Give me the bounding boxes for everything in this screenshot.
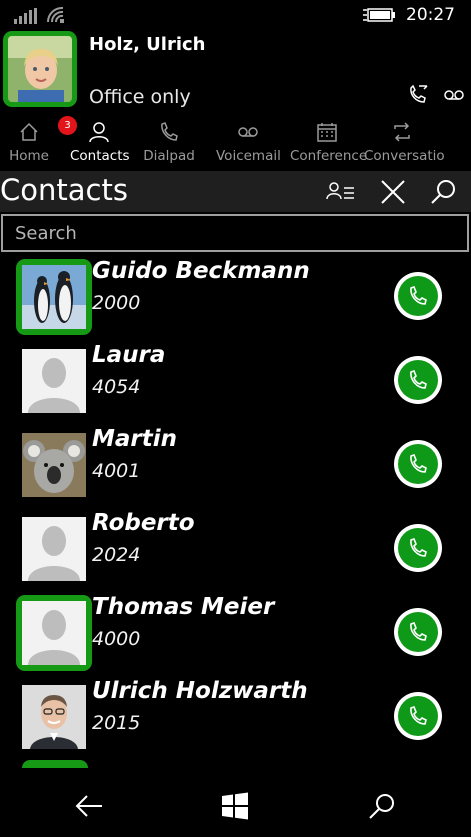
contact-row[interactable]: Laura 4054	[0, 340, 471, 424]
clock: 20:27	[406, 5, 455, 25]
contact-name: Laura	[92, 342, 166, 368]
windows-start-icon[interactable]	[219, 790, 251, 822]
penguins-photo	[22, 265, 86, 329]
voicemail-icon[interactable]	[443, 84, 465, 106]
page-title: Contacts	[0, 173, 128, 207]
battery-charging-icon	[363, 8, 395, 22]
next-contact-avatar-partial	[22, 760, 88, 768]
user-presence-status[interactable]: Office only	[89, 86, 191, 108]
contact-number: 2015	[92, 712, 141, 734]
contact-name: Martin	[92, 426, 178, 452]
phone-icon	[410, 286, 427, 305]
tab-label: Conversatio	[364, 148, 445, 164]
user-name: Holz, Ulrich	[89, 34, 206, 55]
default-person-icon	[22, 349, 86, 413]
contact-row[interactable]: Ulrich Holzwarth 2015	[0, 676, 471, 760]
user-avatar[interactable]	[3, 31, 77, 107]
contact-avatar	[16, 343, 92, 419]
search-icon[interactable]	[428, 177, 458, 207]
contact-avatar	[16, 511, 92, 587]
search-box[interactable]	[1, 214, 469, 252]
man-portrait-photo	[22, 685, 86, 749]
contact-name: Guido Beckmann	[92, 258, 310, 284]
contact-list-filter-icon[interactable]	[326, 177, 356, 207]
status-bar: 20:27	[0, 0, 471, 32]
system-navigation-bar	[0, 770, 471, 837]
tab-label: Home	[9, 148, 49, 164]
call-button[interactable]	[394, 272, 442, 320]
contact-row[interactable]: Roberto 2024	[0, 508, 471, 592]
tab-bar: Home 3 Contacts Dialpad Voicemail Confer…	[0, 116, 471, 170]
phone-icon	[161, 122, 178, 141]
call-button[interactable]	[394, 524, 442, 572]
tab-conference[interactable]: Conference	[290, 118, 368, 170]
tab-label: Contacts	[70, 148, 130, 164]
contact-row[interactable]: Thomas Meier 4000	[0, 592, 471, 676]
call-button[interactable]	[394, 356, 442, 404]
contact-number: 4000	[92, 628, 141, 650]
signal-strength-icon	[14, 8, 37, 24]
tab-contacts[interactable]: Contacts	[70, 118, 130, 170]
home-icon	[20, 122, 38, 141]
call-forward-icon[interactable]	[407, 84, 429, 106]
koala-photo	[22, 433, 86, 497]
contact-name: Thomas Meier	[92, 594, 275, 620]
contact-list[interactable]: Guido Beckmann 2000 Laura 4054 Martin 40…	[0, 256, 471, 766]
contact-name: Ulrich Holzwarth	[92, 678, 308, 704]
contact-number: 4054	[92, 376, 141, 398]
default-person-icon	[22, 601, 86, 665]
contact-avatar	[16, 427, 92, 503]
phone-icon	[410, 370, 427, 389]
contact-number: 4001	[92, 460, 141, 482]
phone-icon	[410, 454, 427, 473]
close-icon[interactable]	[378, 177, 408, 207]
tab-label: Dialpad	[143, 148, 195, 164]
phone-icon	[410, 538, 427, 557]
contact-number: 2000	[92, 292, 141, 314]
contact-row[interactable]: Guido Beckmann 2000	[0, 256, 471, 340]
contact-avatar	[16, 259, 92, 335]
tab-conversations[interactable]: Conversatio	[364, 118, 445, 170]
tab-label: Voicemail	[216, 148, 281, 164]
search-icon[interactable]	[366, 790, 398, 822]
contact-avatar	[16, 679, 92, 755]
tab-label: Conference	[290, 148, 368, 164]
contacts-title-bar: Contacts	[0, 171, 471, 212]
call-button[interactable]	[394, 608, 442, 656]
contact-number: 2024	[92, 544, 141, 566]
wifi-icon	[46, 6, 64, 23]
back-arrow-icon[interactable]	[73, 790, 105, 822]
contact-row[interactable]: Martin 4001	[0, 424, 471, 508]
tab-dialpad[interactable]: Dialpad	[143, 118, 195, 170]
tab-home[interactable]: Home 3	[6, 116, 77, 170]
contact-avatar	[16, 595, 92, 671]
default-person-icon	[22, 517, 86, 581]
search-input[interactable]	[3, 216, 467, 250]
tab-voicemail[interactable]: Voicemail	[216, 118, 281, 170]
call-button[interactable]	[394, 440, 442, 488]
person-icon	[89, 122, 109, 143]
sync-conversation-icon	[393, 122, 410, 142]
voicemail-icon	[238, 127, 258, 137]
contact-name: Roberto	[92, 510, 195, 536]
phone-icon	[410, 622, 427, 641]
phone-icon	[410, 706, 427, 725]
call-button[interactable]	[394, 692, 442, 740]
calendar-icon	[317, 123, 337, 142]
